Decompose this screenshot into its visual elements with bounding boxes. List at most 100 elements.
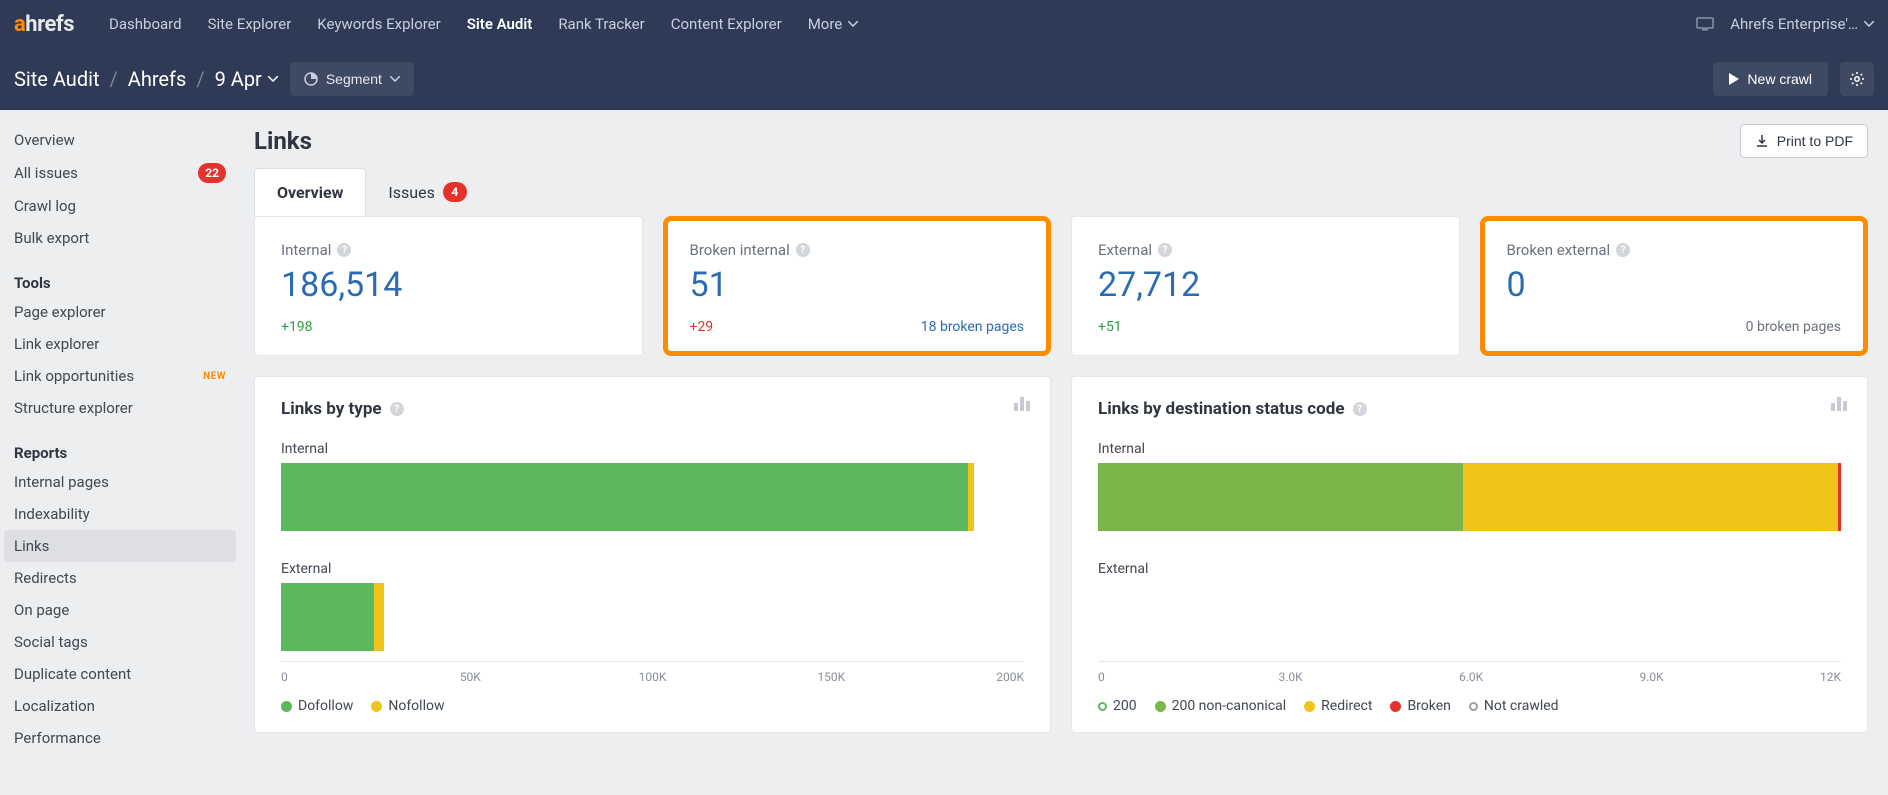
legend-item[interactable]: Redirect <box>1304 698 1372 714</box>
breadcrumb-site-audit[interactable]: Site Audit <box>14 67 100 91</box>
content-area: Links Print to PDF Overview Issues 4 Int… <box>240 110 1888 768</box>
help-icon[interactable]: ? <box>796 243 810 257</box>
chevron-down-icon <box>390 76 400 82</box>
play-icon <box>1729 73 1739 85</box>
gear-icon <box>1849 71 1865 87</box>
card-value[interactable]: 0 <box>1507 265 1842 305</box>
legend-item[interactable]: 200 non-canonical <box>1155 698 1287 714</box>
tab-issues[interactable]: Issues 4 <box>366 168 488 216</box>
help-icon[interactable]: ? <box>390 402 404 416</box>
legend-item[interactable]: Dofollow <box>281 698 353 714</box>
settings-button[interactable] <box>1840 62 1874 96</box>
sidebar-item[interactable]: Overview <box>0 124 240 156</box>
sidebar-item[interactable]: Link opportunitiesNEW <box>0 360 240 392</box>
tab-overview[interactable]: Overview <box>254 168 366 216</box>
legend-item[interactable]: Not crawled <box>1469 698 1559 714</box>
bar-segment[interactable] <box>281 463 968 531</box>
sidebar-item[interactable]: Page explorer <box>0 296 240 328</box>
help-icon[interactable]: ? <box>1353 402 1367 416</box>
bar-segment[interactable] <box>1463 463 1838 531</box>
card-label: Broken external <box>1507 241 1611 259</box>
delta-value: +29 <box>690 319 714 335</box>
print-pdf-button[interactable]: Print to PDF <box>1740 124 1868 158</box>
sidebar-item-label: Redirects <box>14 569 77 587</box>
help-icon[interactable]: ? <box>337 243 351 257</box>
chart-mode-icon[interactable] <box>1014 397 1030 411</box>
legend-item[interactable]: Broken <box>1390 698 1450 714</box>
topnav-item[interactable]: More <box>795 0 872 48</box>
legend-item[interactable]: 200 <box>1098 698 1137 714</box>
sidebar-item[interactable]: Structure explorer <box>0 392 240 424</box>
new-badge: NEW <box>203 371 226 382</box>
legend-dot-icon <box>371 701 382 712</box>
sidebar-item[interactable]: Localization <box>0 690 240 722</box>
card-value[interactable]: 186,514 <box>281 265 616 305</box>
card-internal: Internal? 186,514 +198 <box>254 216 643 356</box>
topnav-item[interactable]: Keywords Explorer <box>304 0 453 48</box>
chevron-down-icon <box>1864 21 1874 27</box>
axis-tick: 200K <box>996 670 1024 684</box>
sidebar-item[interactable]: Link explorer <box>0 328 240 360</box>
top-nav: ahrefs DashboardSite ExplorerKeywords Ex… <box>0 0 1888 48</box>
sidebar-item[interactable]: Bulk export <box>0 222 240 254</box>
sidebar-item-label: Crawl log <box>14 197 76 215</box>
bar-row <box>1098 463 1841 531</box>
bar-segment[interactable] <box>968 463 974 531</box>
chevron-down-icon <box>268 76 278 82</box>
sidebar-item[interactable]: On page <box>0 594 240 626</box>
legend-label: Dofollow <box>298 698 353 714</box>
axis-tick: 0 <box>281 670 460 684</box>
bar-segment[interactable] <box>281 583 374 651</box>
bar-segment[interactable] <box>1098 463 1463 531</box>
legend-dot-icon <box>1469 702 1478 711</box>
legend-label: 200 <box>1113 698 1137 714</box>
bar-segment[interactable] <box>374 583 384 651</box>
sidebar-item[interactable]: Duplicate content <box>0 658 240 690</box>
card-external: External? 27,712 +51 <box>1071 216 1460 356</box>
axis-tick: 150K <box>817 670 996 684</box>
help-icon[interactable]: ? <box>1158 243 1172 257</box>
axis-tick: 50K <box>460 670 639 684</box>
sidebar-item[interactable]: Crawl log <box>0 190 240 222</box>
sidebar-item[interactable]: All issues22 <box>0 156 240 190</box>
sidebar-item[interactable]: Links <box>4 530 236 562</box>
broken-pages-link[interactable]: 18 broken pages <box>921 319 1024 335</box>
axis-tick: 3.0K <box>1279 670 1460 684</box>
sidebar-item[interactable]: Internal pages <box>0 466 240 498</box>
axis-tick: 12K <box>1820 670 1841 684</box>
legend-label: Not crawled <box>1484 698 1559 714</box>
card-broken-external: Broken external? 0 0 broken pages <box>1480 216 1869 356</box>
legend-label: Redirect <box>1321 698 1372 714</box>
legend-dot-icon <box>1390 701 1401 712</box>
topnav-item[interactable]: Content Explorer <box>658 0 795 48</box>
download-icon <box>1755 134 1769 148</box>
bar-category-label: Internal <box>1098 441 1841 457</box>
card-value[interactable]: 51 <box>690 265 1025 305</box>
bar-segment[interactable] <box>1838 463 1841 531</box>
device-icon[interactable] <box>1696 17 1714 31</box>
axis-tick: 6.0K <box>1459 670 1640 684</box>
topnav-item[interactable]: Site Audit <box>454 0 546 48</box>
card-label: External <box>1098 241 1152 259</box>
segment-button[interactable]: Segment <box>290 62 414 96</box>
count-badge: 22 <box>198 163 226 183</box>
bar-row <box>1098 583 1841 651</box>
chart-links-by-type: Links by type? InternalExternal 050K100K… <box>254 376 1051 733</box>
topnav-item[interactable]: Rank Tracker <box>545 0 657 48</box>
sidebar-item[interactable]: Indexability <box>0 498 240 530</box>
account-menu[interactable]: Ahrefs Enterprise'… <box>1730 0 1874 48</box>
logo[interactable]: ahrefs <box>14 12 74 37</box>
breadcrumb: Site Audit / Ahrefs / 9 Apr <box>14 67 278 91</box>
sidebar-item[interactable]: Social tags <box>0 626 240 658</box>
breadcrumb-date[interactable]: 9 Apr <box>215 67 278 91</box>
new-crawl-button[interactable]: New crawl <box>1713 62 1828 96</box>
legend-item[interactable]: Nofollow <box>371 698 444 714</box>
sidebar-item[interactable]: Redirects <box>0 562 240 594</box>
chart-mode-icon[interactable] <box>1831 397 1847 411</box>
card-value[interactable]: 27,712 <box>1098 265 1433 305</box>
topnav-item[interactable]: Dashboard <box>96 0 195 48</box>
topnav-item[interactable]: Site Explorer <box>195 0 305 48</box>
breadcrumb-project[interactable]: Ahrefs <box>128 67 187 91</box>
sidebar-item[interactable]: Performance <box>0 722 240 754</box>
help-icon[interactable]: ? <box>1616 243 1630 257</box>
